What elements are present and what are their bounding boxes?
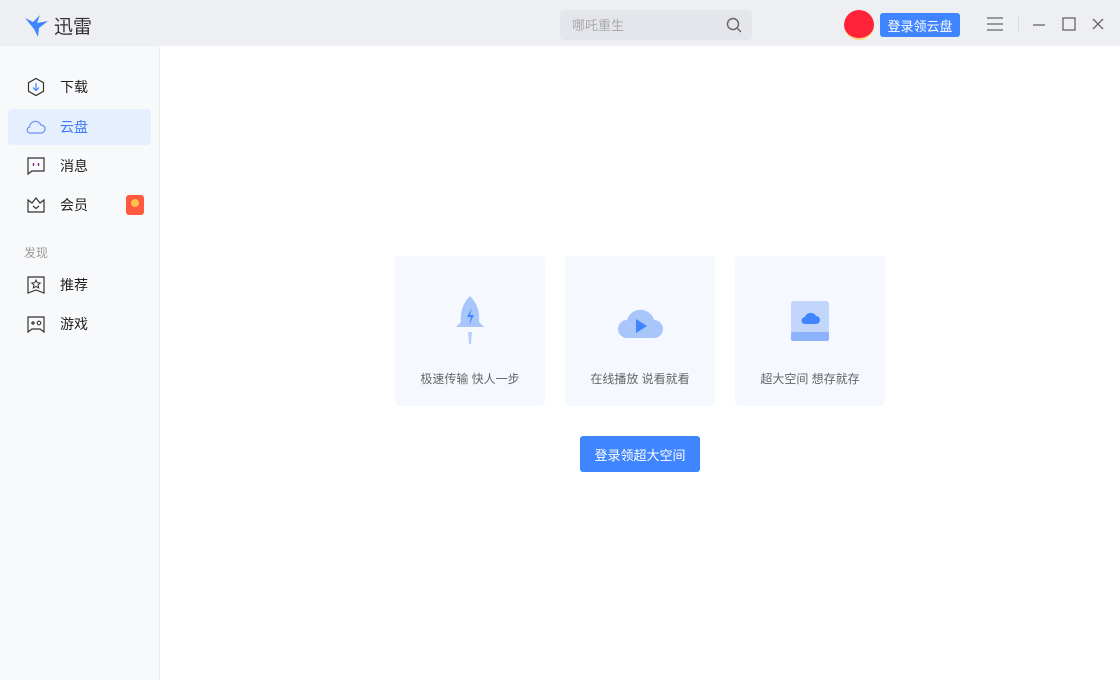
feature-label: 在线播放 说看就看 [590, 372, 690, 386]
gamepad-icon [27, 316, 45, 334]
close-icon[interactable] [1089, 15, 1107, 33]
rocket-icon [456, 296, 484, 344]
cloud-icon [26, 120, 46, 134]
feature-card-large-space: 超大空间 想存就存 [735, 256, 885, 406]
minimize-icon[interactable] [1030, 15, 1048, 33]
sidebar-item-cloud[interactable]: 云盘 [8, 109, 151, 145]
star-bookmark-icon [27, 276, 45, 294]
storage-icon [791, 301, 829, 341]
sidebar-item-label: 云盘 [60, 119, 88, 135]
login-space-button[interactable]: 登录领超大空间 [580, 436, 700, 472]
cloud-play-icon [618, 309, 663, 338]
sidebar-item-label: 游戏 [60, 316, 88, 332]
divider [1018, 17, 1019, 31]
crown-icon [27, 197, 45, 213]
thunder-bird-icon [25, 14, 48, 37]
avatar[interactable] [844, 10, 874, 40]
sidebar-item-recommend[interactable]: 推荐 [8, 267, 151, 303]
sidebar-item-label: 会员 [60, 197, 88, 213]
title-bar: 迅雷 登录领云盘 [0, 0, 1120, 46]
sidebar-item-vip[interactable]: 会员 [8, 187, 151, 223]
feature-label: 超大空间 想存就存 [760, 372, 860, 386]
search-input[interactable] [572, 10, 722, 40]
menu-icon[interactable] [986, 15, 1004, 33]
login-cloud-button[interactable]: 登录领云盘 [880, 13, 960, 37]
message-icon [27, 157, 45, 176]
red-packet-icon[interactable] [126, 195, 144, 215]
search-icon[interactable] [726, 17, 742, 33]
app-logo: 迅雷 [24, 12, 92, 39]
feature-card-fast-transfer: 极速传输 快人一步 [395, 256, 545, 406]
maximize-icon[interactable] [1060, 15, 1078, 33]
feature-card-online-play: 在线播放 说看就看 [565, 256, 715, 406]
section-discover: 发现 [24, 246, 49, 260]
sidebar-item-label: 下载 [60, 79, 88, 95]
feature-label: 极速传输 快人一步 [420, 372, 520, 386]
sidebar-item-download[interactable]: 下载 [8, 69, 151, 105]
sidebar-item-label: 推荐 [60, 277, 88, 293]
sidebar-item-messages[interactable]: 消息 [8, 148, 151, 184]
sidebar-item-label: 消息 [60, 158, 88, 174]
app-name: 迅雷 [54, 17, 93, 38]
search-box[interactable] [560, 10, 752, 40]
sidebar: 下载 云盘 消息 会员 发现 推荐 游戏 [0, 46, 160, 680]
sidebar-item-games[interactable]: 游戏 [8, 306, 151, 342]
download-icon [27, 77, 45, 97]
